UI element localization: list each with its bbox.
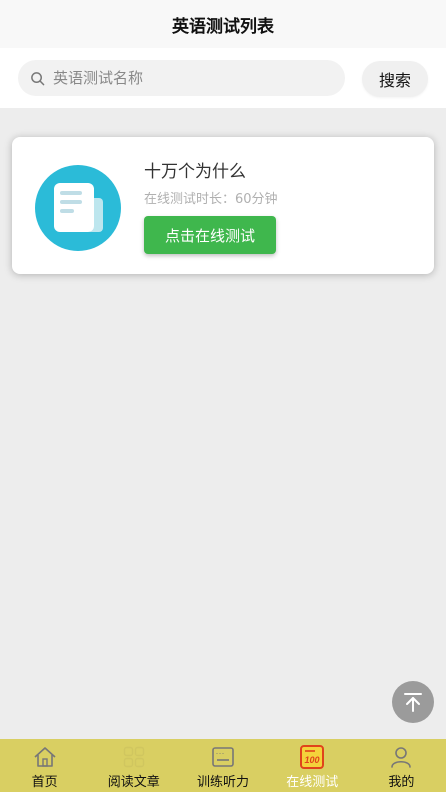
- search-bar: 搜索: [0, 48, 446, 108]
- test-title: 十万个为什么: [144, 162, 246, 182]
- start-test-button[interactable]: 点击在线测试: [144, 216, 276, 254]
- tab-label: 阅读文章: [107, 775, 160, 790]
- tab-label: 在线测试: [286, 775, 339, 790]
- search-button[interactable]: 搜索: [362, 61, 428, 97]
- user-icon: [391, 747, 412, 768]
- search-icon: [31, 71, 45, 85]
- nav-bar: 英语测试列表: [0, 0, 446, 48]
- tab-online-test[interactable]: 100 在线测试: [268, 739, 357, 792]
- tab-label: 训练听力: [197, 775, 250, 790]
- screen: 英语测试列表 搜索 十万个为什么 在线测试时长：60分钟 点击在线测试: [0, 0, 446, 792]
- page-title: 英语测试列表: [172, 16, 274, 37]
- search-input[interactable]: [51, 68, 315, 88]
- tab-listening[interactable]: 训练听力: [178, 739, 267, 792]
- tab-home[interactable]: 首页: [0, 739, 89, 792]
- test-card: 十万个为什么 在线测试时长：60分钟 点击在线测试: [12, 137, 434, 274]
- document-icon: [35, 165, 121, 251]
- tab-label: 首页: [31, 775, 58, 790]
- tab-mine[interactable]: 我的: [357, 739, 446, 792]
- headset-icon: [212, 747, 234, 767]
- search-field[interactable]: [18, 60, 345, 96]
- test-duration: 在线测试时长：60分钟: [144, 192, 278, 207]
- tab-reading[interactable]: 阅读文章: [89, 739, 178, 792]
- tab-bar: 首页 阅读文章 训练听力 100 在线测试 我的: [0, 739, 446, 792]
- test-paper-icon: 100: [300, 745, 325, 769]
- svg-text:100: 100: [305, 755, 320, 765]
- back-to-top-button[interactable]: [392, 681, 434, 723]
- tab-label: 我的: [388, 775, 415, 790]
- home-icon: [34, 747, 56, 767]
- arrow-up-to-top-icon: [404, 693, 422, 712]
- grid-icon: [123, 746, 144, 768]
